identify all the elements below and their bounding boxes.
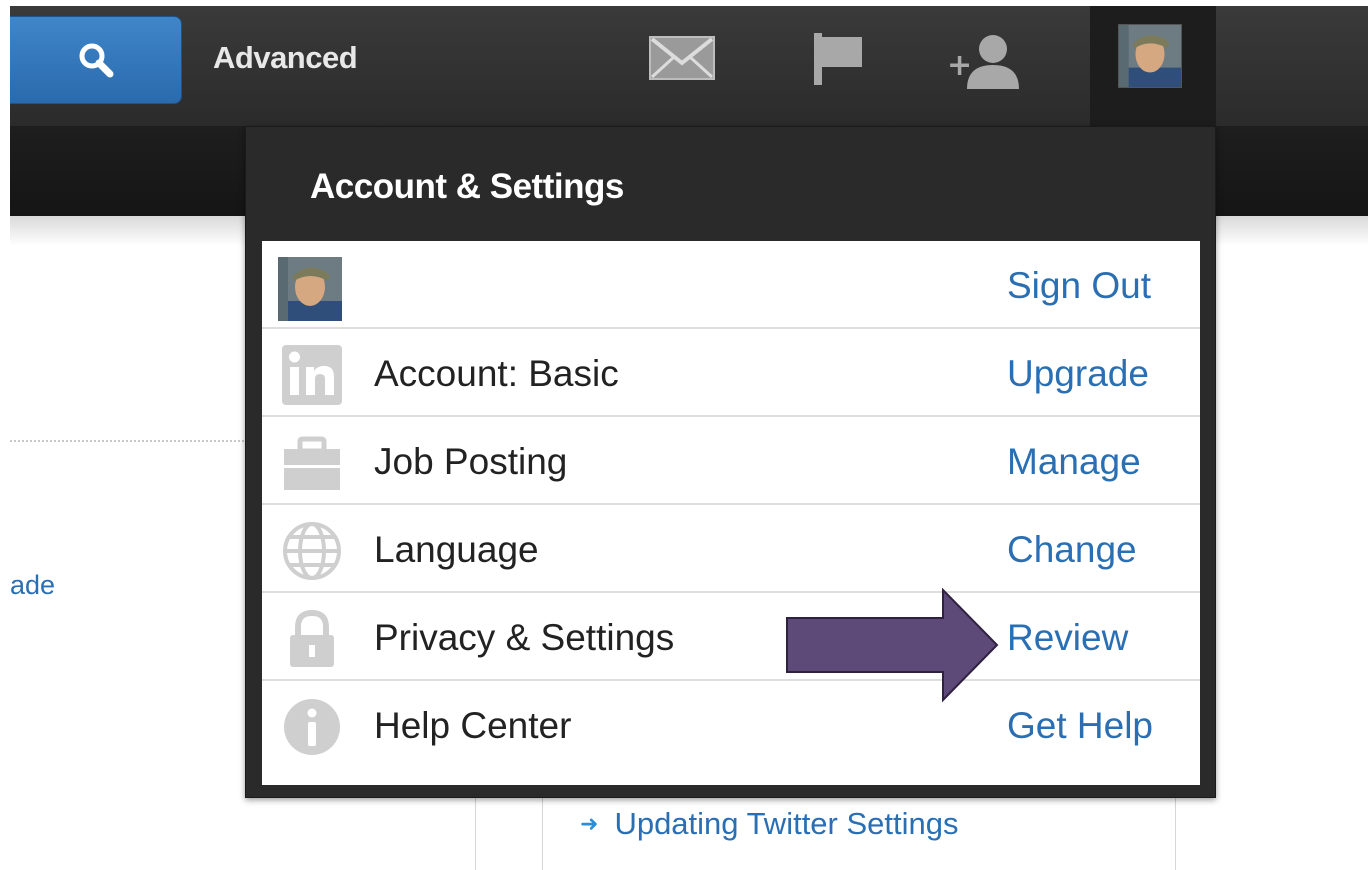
globe-icon [283,522,341,580]
info-icon [284,699,340,755]
dropdown-list: Sign Out Account: Basic Upgrade Job Post… [262,241,1200,785]
advanced-search-link[interactable]: Advanced [213,40,358,76]
linkedin-icon [282,345,342,405]
notifications-button[interactable] [808,31,868,92]
arrow-right-icon: ➜ [580,811,599,836]
sign-out-link[interactable]: Sign Out [1007,265,1151,307]
svg-text:+: + [947,48,972,83]
list-item-language: Language Change [262,505,1200,593]
briefcase-icon [284,436,340,490]
change-language-link[interactable]: Change [1007,529,1137,571]
search-button[interactable] [10,16,182,104]
lock-icon [290,609,334,667]
top-nav-bar: Advanced + [0,6,1368,126]
avatar [278,257,342,321]
review-link[interactable]: Review [1007,617,1128,659]
list-item-profile: Sign Out [262,241,1200,329]
account-type-label: Account: Basic [374,353,619,394]
flag-icon [814,33,862,85]
get-help-link[interactable]: Get Help [1007,705,1153,747]
language-label: Language [374,529,539,570]
account-settings-dropdown: Account & Settings Sign Out Account: Bas… [245,126,1216,798]
twitter-settings-link[interactable]: ➜ Updating Twitter Settings [580,806,959,842]
list-item-account: Account: Basic Upgrade [262,329,1200,417]
privacy-settings-label: Privacy & Settings [374,617,675,658]
job-posting-label: Job Posting [374,441,568,482]
add-user-icon: + [947,35,1019,89]
messages-button[interactable] [648,31,716,88]
manage-link[interactable]: Manage [1007,441,1141,483]
callout-arrow-icon [786,588,999,703]
frame-border-top [0,0,1368,6]
list-item-privacy: Privacy & Settings Review [262,593,1200,681]
search-icon [79,43,113,78]
twitter-settings-label: Updating Twitter Settings [614,806,959,841]
upgrade-link[interactable]: Upgrade [1007,353,1149,395]
add-connections-button[interactable]: + [945,31,1025,96]
list-item-help: Help Center Get Help [262,681,1200,769]
frame-border-left [0,0,10,870]
list-item-job-posting: Job Posting Manage [262,417,1200,505]
dropdown-title: Account & Settings [310,167,624,206]
help-center-label: Help Center [374,705,572,746]
mail-icon [649,36,715,80]
upgrade-link-partial[interactable]: ade [10,570,55,601]
avatar [1118,24,1182,88]
account-menu-tab[interactable] [1090,6,1216,126]
